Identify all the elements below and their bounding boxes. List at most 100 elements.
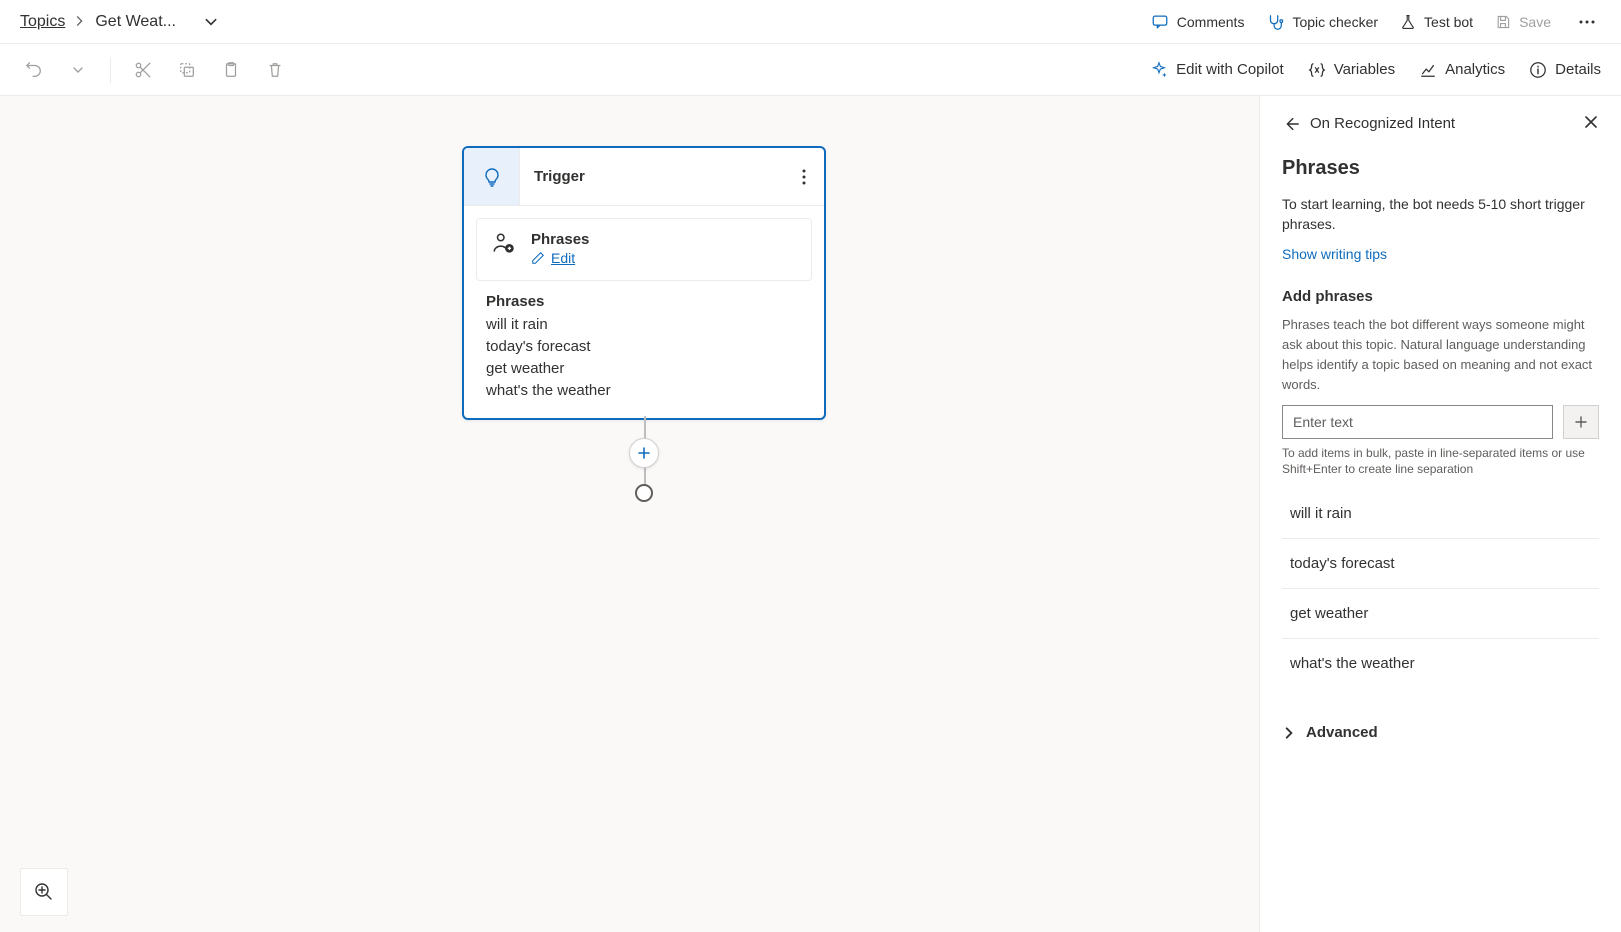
panel-header: On Recognized Intent xyxy=(1260,96,1621,141)
phrases-card-title: Phrases xyxy=(531,231,589,248)
edit-with-copilot-label: Edit with Copilot xyxy=(1176,61,1284,78)
sparkle-icon xyxy=(1150,61,1168,79)
variables-button[interactable]: Variables xyxy=(1308,61,1395,79)
plus-icon xyxy=(637,446,651,460)
panel-lead: To start learning, the bot needs 5-10 sh… xyxy=(1282,194,1599,234)
topic-checker-label: Topic checker xyxy=(1292,14,1378,30)
pencil-icon xyxy=(531,251,545,265)
add-node-button[interactable] xyxy=(629,438,659,468)
editor-toolbar: Edit with Copilot Variables Analytics De… xyxy=(0,44,1621,96)
phrases-card[interactable]: Phrases Edit xyxy=(476,218,812,281)
node-phrase: will it rain xyxy=(486,314,802,336)
phrase-list: will it rain today's forecast get weathe… xyxy=(1282,489,1599,688)
save-icon xyxy=(1495,14,1511,30)
node-menu-button[interactable] xyxy=(784,169,824,185)
more-button[interactable] xyxy=(1573,8,1601,36)
edit-label: Edit xyxy=(551,250,575,266)
breadcrumb-current: Get Weat... xyxy=(95,13,176,31)
comment-icon xyxy=(1151,13,1169,31)
toolbar-right: Edit with Copilot Variables Analytics De… xyxy=(1150,61,1601,79)
phrase-item[interactable]: what's the weather xyxy=(1282,639,1599,688)
node-header: Trigger xyxy=(464,148,824,206)
panel-back-button[interactable] xyxy=(1282,115,1300,133)
undo-button[interactable] xyxy=(20,56,48,84)
test-bot-button[interactable]: Test bot xyxy=(1400,14,1473,30)
authoring-canvas[interactable]: Trigger Phrases Edit xyxy=(0,96,1259,932)
chevron-right-icon xyxy=(75,13,85,31)
delete-button[interactable] xyxy=(261,56,289,84)
scissors-icon xyxy=(134,61,152,79)
header-bar: Topics Get Weat... Comments Topic checke… xyxy=(0,0,1621,44)
add-phrase-input[interactable] xyxy=(1282,405,1553,439)
toolbar-left xyxy=(20,56,289,84)
body: Trigger Phrases Edit xyxy=(0,96,1621,932)
advanced-label: Advanced xyxy=(1306,724,1378,741)
save-label: Save xyxy=(1519,14,1551,30)
copy-icon xyxy=(178,61,196,79)
add-phrases-description: Phrases teach the bot different ways som… xyxy=(1282,315,1599,395)
edit-with-copilot-button[interactable]: Edit with Copilot xyxy=(1150,61,1284,79)
trash-icon xyxy=(266,61,284,79)
copy-button[interactable] xyxy=(173,56,201,84)
node-phrase: what's the weather xyxy=(486,380,802,402)
details-button[interactable]: Details xyxy=(1529,61,1601,79)
details-label: Details xyxy=(1555,61,1601,78)
trigger-icon xyxy=(464,148,520,205)
breadcrumb-root[interactable]: Topics xyxy=(20,13,65,31)
panel-body: Phrases To start learning, the bot needs… xyxy=(1260,141,1621,708)
node-title: Trigger xyxy=(520,168,784,185)
undo-icon xyxy=(25,61,43,79)
node-phrases-list: Phrases will it rain today's forecast ge… xyxy=(464,293,824,418)
phrase-item[interactable]: get weather xyxy=(1282,589,1599,639)
header-actions: Comments Topic checker Test bot Save xyxy=(1151,8,1601,36)
paste-button[interactable] xyxy=(217,56,245,84)
analytics-button[interactable]: Analytics xyxy=(1419,61,1505,79)
analytics-label: Analytics xyxy=(1445,61,1505,78)
flask-icon xyxy=(1400,14,1416,30)
end-node[interactable] xyxy=(635,484,653,502)
comments-label: Comments xyxy=(1177,14,1245,30)
person-chat-icon xyxy=(491,231,517,260)
edit-phrases-link[interactable]: Edit xyxy=(531,250,575,266)
properties-panel: On Recognized Intent Phrases To start le… xyxy=(1259,96,1621,932)
plus-icon xyxy=(1574,415,1588,429)
close-icon xyxy=(1583,114,1599,130)
zoom-button[interactable] xyxy=(20,868,68,916)
chart-icon xyxy=(1419,61,1437,79)
undo-dropdown[interactable] xyxy=(64,56,92,84)
info-icon xyxy=(1529,61,1547,79)
variables-label: Variables xyxy=(1334,61,1395,78)
trigger-node[interactable]: Trigger Phrases Edit xyxy=(462,146,826,420)
braces-icon xyxy=(1308,61,1326,79)
vertical-ellipsis-icon xyxy=(802,169,806,185)
save-button: Save xyxy=(1495,14,1551,30)
cut-button[interactable] xyxy=(129,56,157,84)
node-phrase: today's forecast xyxy=(486,336,802,358)
chevron-down-icon xyxy=(72,64,84,76)
add-phrase-button[interactable] xyxy=(1563,405,1599,439)
writing-tips-link[interactable]: Show writing tips xyxy=(1282,246,1387,262)
phrase-item[interactable]: will it rain xyxy=(1282,489,1599,539)
chevron-down-icon xyxy=(204,15,218,29)
node-phrase: get weather xyxy=(486,358,802,380)
bulk-hint: To add items in bulk, paste in line-sepa… xyxy=(1282,445,1599,477)
panel-close-button[interactable] xyxy=(1583,114,1599,133)
stethoscope-icon xyxy=(1266,13,1284,31)
breadcrumb: Topics Get Weat... xyxy=(20,13,218,31)
arrow-left-icon xyxy=(1282,115,1300,133)
add-phrase-row xyxy=(1282,405,1599,439)
clipboard-icon xyxy=(222,61,240,79)
comments-button[interactable]: Comments xyxy=(1151,13,1245,31)
panel-header-title: On Recognized Intent xyxy=(1310,115,1455,132)
node-phrases-title: Phrases xyxy=(486,293,802,310)
toolbar-separator xyxy=(110,57,111,83)
chevron-right-icon xyxy=(1282,726,1296,740)
breadcrumb-dropdown[interactable] xyxy=(204,15,218,29)
add-phrases-title: Add phrases xyxy=(1282,288,1599,305)
topic-checker-button[interactable]: Topic checker xyxy=(1266,13,1378,31)
advanced-section[interactable]: Advanced xyxy=(1260,708,1621,757)
zoom-in-icon xyxy=(34,882,54,902)
panel-heading: Phrases xyxy=(1282,157,1599,180)
phrase-item[interactable]: today's forecast xyxy=(1282,539,1599,589)
ellipsis-icon xyxy=(1579,20,1595,24)
